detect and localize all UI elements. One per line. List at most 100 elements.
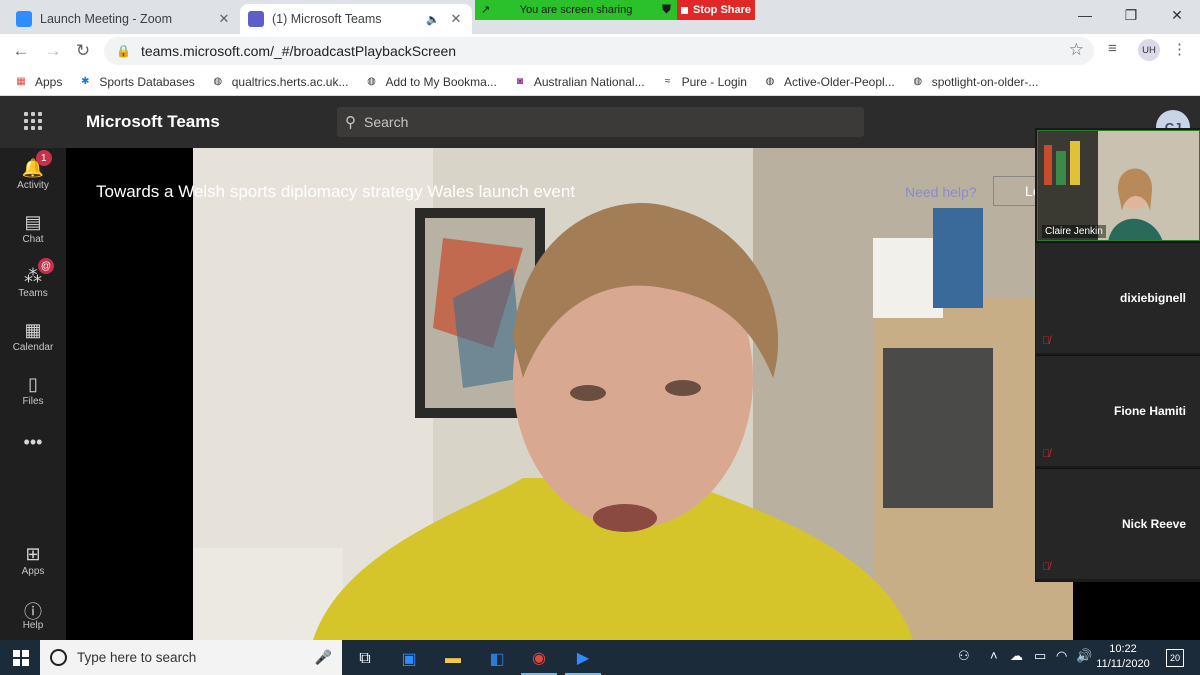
screen-sharing-status[interactable]: ↗ You are screen sharing ⛊ xyxy=(475,0,677,20)
task-view-icon[interactable]: ⧉ xyxy=(347,643,383,675)
stop-share-button[interactable]: Stop Share xyxy=(677,0,755,20)
zoom-favicon-icon xyxy=(16,11,32,27)
app-title: Microsoft Teams xyxy=(86,112,220,131)
volume-icon[interactable]: 🔊 xyxy=(1076,648,1092,664)
stop-share-label: Stop Share xyxy=(692,4,752,16)
outlook-icon[interactable]: ◧ xyxy=(479,643,515,675)
bookmark-item[interactable]: ◍ Active-Older-Peopl... xyxy=(763,75,895,89)
bookmark-star-icon[interactable]: ☆ xyxy=(1069,40,1084,60)
close-tab-icon[interactable]: ✕ xyxy=(216,11,232,27)
rail-label: Chat xyxy=(22,234,44,245)
zoom-share-toolbar: ↗ You are screen sharing ⛊ Stop Share xyxy=(475,0,755,20)
bookmark-item[interactable]: ◙ Australian National... xyxy=(513,75,645,89)
tab-title: Launch Meeting - Zoom xyxy=(40,12,173,26)
tab-title: (1) Microsoft Teams xyxy=(272,12,382,26)
rail-item-calendar[interactable]: ▦ Calendar xyxy=(0,320,66,372)
browser-menu-icon[interactable]: ⋮ xyxy=(1172,40,1187,58)
close-tab-icon[interactable]: ✕ xyxy=(448,11,464,27)
bookmark-item[interactable]: ≈ Pure - Login xyxy=(661,75,747,89)
globe-icon: ◍ xyxy=(213,76,223,87)
rail-item-teams[interactable]: ⁂ @ Teams xyxy=(0,258,66,318)
shield-icon: ⛊ xyxy=(661,2,671,16)
event-title: Towards a Welsh sports diplomacy strateg… xyxy=(96,182,576,201)
windows-taskbar: Type here to search 🎤 ⧉ ▣ ▬ ◧ ◉ ▶ ⚇ ˄ ☁ … xyxy=(0,640,1200,675)
participant-tile[interactable]: Fione Hamiti 🎙̸ xyxy=(1036,355,1200,466)
need-help-link[interactable]: Need help? xyxy=(905,184,977,200)
reload-icon[interactable]: ↻ xyxy=(72,40,94,62)
chat-icon: ▤ xyxy=(24,212,42,232)
bookmark-item[interactable]: ◍ Add to My Bookma... xyxy=(364,75,497,89)
bookmark-item[interactable]: ✱ Sports Databases xyxy=(78,75,195,89)
more-apps-button[interactable]: ••• xyxy=(0,432,66,484)
share-arrow-icon: ↗ xyxy=(481,4,491,16)
back-icon[interactable]: ← xyxy=(10,40,32,62)
teams-icon: ⁂ @ xyxy=(24,258,54,288)
bell-icon: 🔔 1 xyxy=(22,150,52,180)
rail-label: Teams xyxy=(18,288,48,299)
teams-app-bar: 🔔 1 Activity ▤ Chat ⁂ @ Teams ▦ Calendar ▯… xyxy=(0,148,66,640)
microphone-icon[interactable]: 🎤 xyxy=(315,649,332,666)
maximize-icon[interactable]: ❐ xyxy=(1108,0,1154,30)
rail-item-activity[interactable]: 🔔 1 Activity xyxy=(0,150,66,210)
apps-grid-icon: ▦ xyxy=(16,76,26,87)
bookmark-item[interactable]: ◍ spotlight-on-older-... xyxy=(911,75,1038,89)
notification-center-icon[interactable]: 20 xyxy=(1166,649,1184,667)
tab-zoom[interactable]: Launch Meeting - Zoom ✕ xyxy=(8,4,240,34)
bookmark-item[interactable]: ▦ Apps xyxy=(14,75,62,89)
muted-mic-icon: 🎙̸ xyxy=(1042,448,1051,460)
rail-label: Calendar xyxy=(12,342,54,353)
anu-icon: ◙ xyxy=(516,76,523,87)
calendar-icon: ▦ xyxy=(24,320,42,340)
self-video-tile[interactable]: Claire Jenkin xyxy=(1037,130,1200,241)
muted-mic-icon: 🎙̸ xyxy=(1042,335,1051,347)
muted-mic-icon: 🎙̸ xyxy=(1042,561,1051,573)
windows-start-icon[interactable] xyxy=(13,650,29,666)
taskbar-search-input[interactable]: Type here to search 🎤 xyxy=(40,640,342,675)
rail-label: Files xyxy=(22,396,44,407)
participant-tile[interactable]: dixiebignell 🎙̸ xyxy=(1036,242,1200,353)
battery-icon[interactable]: ▭ xyxy=(1034,648,1046,664)
ellipsis-icon: ••• xyxy=(23,432,43,452)
app-launcher-icon[interactable] xyxy=(24,112,42,130)
leave-button[interactable]: Leave xyxy=(993,176,1041,206)
search-icon: ⚲ xyxy=(345,114,356,131)
globe-icon: ◍ xyxy=(913,76,923,87)
participant-name: Nick Reeve xyxy=(1121,517,1186,531)
control-panel-icon[interactable]: ▣ xyxy=(391,643,427,675)
bookmark-item[interactable]: ◍ qualtrics.herts.ac.uk... xyxy=(211,75,348,89)
search-placeholder: Search xyxy=(364,114,409,130)
show-hidden-icons[interactable]: ˄ xyxy=(990,648,998,663)
rail-item-files[interactable]: ▯ Files xyxy=(0,374,66,426)
url-text: teams.microsoft.com/_#/broadcastPlayback… xyxy=(140,43,457,59)
address-bar-row: ← → ↻ 🔒 teams.microsoft.com/_#/broadcast… xyxy=(0,34,1200,68)
file-explorer-icon[interactable]: ▬ xyxy=(435,643,471,675)
self-name-label: Claire Jenkin xyxy=(1042,225,1106,238)
minimize-icon[interactable]: — xyxy=(1062,0,1108,30)
participant-name: dixiebignell xyxy=(1119,291,1186,305)
window-controls: — ❐ ✕ xyxy=(1062,0,1200,30)
participant-tile[interactable]: Nick Reeve 🎙̸ xyxy=(1036,468,1200,579)
share-status-text: You are screen sharing xyxy=(519,4,633,16)
participant-name: Fione Hamiti xyxy=(1113,404,1186,418)
cortana-icon xyxy=(50,649,67,666)
system-clock[interactable]: 10:22 11/11/2020 xyxy=(1094,642,1152,672)
search-input[interactable]: ⚲ Search xyxy=(337,107,864,137)
apps-icon: ⊞ xyxy=(25,544,41,564)
close-window-icon[interactable]: ✕ xyxy=(1154,0,1200,30)
speaker-icon[interactable]: 🔈 xyxy=(426,13,440,26)
tab-teams[interactable]: (1) Microsoft Teams 🔈 ✕ xyxy=(240,4,472,34)
files-icon: ▯ xyxy=(28,374,38,394)
onedrive-icon[interactable]: ☁ xyxy=(1010,648,1023,664)
profile-avatar[interactable]: UH xyxy=(1138,39,1160,61)
chrome-icon[interactable]: ◉ xyxy=(521,643,557,675)
media-control-icon[interactable]: ≡ xyxy=(1108,40,1117,57)
bookmarks-bar: ▦ Apps ✱ Sports Databases ◍ qualtrics.herts… xyxy=(0,68,1200,96)
url-input[interactable]: 🔒 teams.microsoft.com/_#/broadcastPlayba… xyxy=(104,37,1094,65)
people-icon[interactable]: ⚇ xyxy=(958,648,970,664)
wifi-icon[interactable]: ◠ xyxy=(1056,648,1067,664)
rail-item-chat[interactable]: ▤ Chat xyxy=(0,212,66,264)
globe-icon: ◍ xyxy=(765,76,775,87)
forward-icon[interactable]: → xyxy=(42,40,64,62)
zoom-app-icon[interactable]: ▶ xyxy=(565,643,601,675)
rail-item-apps[interactable]: ⊞ Apps xyxy=(0,544,66,596)
